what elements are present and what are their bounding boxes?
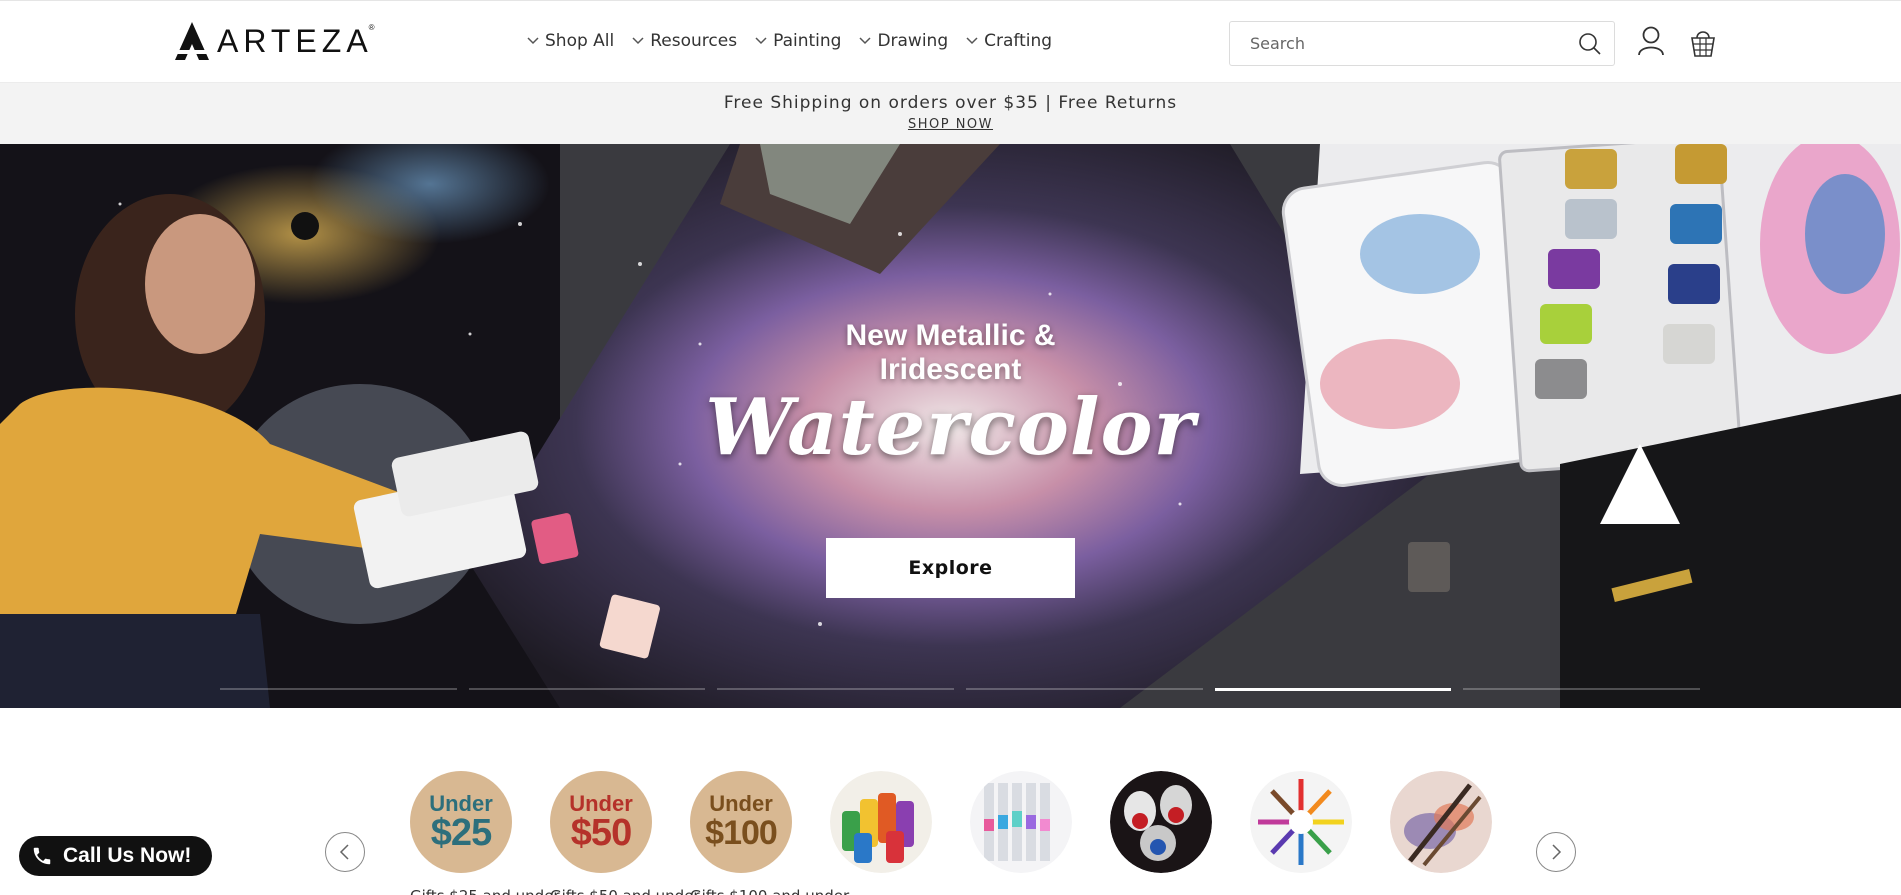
nav-label: Crafting [984, 31, 1053, 51]
hero-banner: New Metallic & Iridescent Watercolor Exp… [0, 144, 1901, 708]
account-icon[interactable] [1636, 25, 1666, 59]
logo-text: ARTEZA® [217, 22, 380, 59]
chevron-down-icon [755, 37, 767, 45]
slider-dot[interactable] [966, 688, 1203, 690]
call-us-button[interactable]: Call Us Now! [19, 836, 212, 876]
slider-dot[interactable] [717, 688, 955, 690]
search-icon[interactable] [1578, 32, 1602, 56]
carousel-prev-button[interactable] [325, 832, 365, 872]
category-under-100[interactable]: Under $100 Gifts $100 and under [690, 771, 849, 895]
promo-bar: Free Shipping on orders over $35 | Free … [0, 83, 1901, 144]
hero-script-title: Watercolor [705, 382, 1196, 473]
hero-title: New Metallic & Iridescent [845, 319, 1056, 386]
nav-label: Shop All [545, 31, 615, 51]
nav-crafting[interactable]: Crafting [966, 31, 1052, 51]
category-colored-pencils[interactable] [1250, 771, 1352, 873]
markers-icon [970, 771, 1072, 873]
call-us-label: Call Us Now! [63, 844, 192, 867]
category-markers[interactable] [970, 771, 1072, 873]
slider-dot[interactable] [220, 688, 457, 690]
explore-button[interactable]: Explore [826, 538, 1075, 598]
category-label: Gifts $100 and under [690, 887, 849, 895]
category-image: Under $25 [410, 771, 512, 873]
chevron-left-icon [339, 844, 349, 860]
category-paint-tubes[interactable] [1110, 771, 1212, 873]
nav-painting[interactable]: Painting [755, 31, 841, 51]
category-under-25[interactable]: Under $25 Gifts $25 and under [410, 771, 560, 895]
nav-label: Resources [650, 31, 738, 51]
category-carousel: Under $25 Gifts $25 and under Under $50 … [0, 708, 1901, 895]
promo-text: Free Shipping on orders over $35 | Free … [723, 93, 1178, 113]
phone-icon [33, 847, 51, 865]
category-brushes[interactable] [1390, 771, 1492, 873]
category-image: Under $100 [690, 771, 792, 873]
nav-label: Painting [773, 31, 842, 51]
colored-pencils-icon [1250, 771, 1352, 873]
nav-resources[interactable]: Resources [632, 31, 737, 51]
logo-mark-icon [175, 22, 209, 60]
main-nav: Shop All Resources Painting Drawing Craf… [527, 31, 1052, 51]
chevron-down-icon [632, 37, 644, 45]
chevron-right-icon [1552, 844, 1562, 860]
site-header: ARTEZA® Shop All Resources Painting Draw… [0, 0, 1901, 83]
category-label: Gifts $25 and under [410, 887, 560, 895]
category-label: Gifts $50 and under [550, 887, 700, 895]
chevron-down-icon [966, 37, 978, 45]
nav-drawing[interactable]: Drawing [859, 31, 948, 51]
category-under-50[interactable]: Under $50 Gifts $50 and under [550, 771, 700, 895]
chevron-down-icon [859, 37, 871, 45]
slider-indicators [220, 688, 1701, 691]
nav-shop-all[interactable]: Shop All [527, 31, 614, 51]
cart-icon[interactable] [1688, 25, 1718, 59]
slider-dot[interactable] [468, 688, 706, 690]
brushes-icon [1390, 771, 1492, 873]
shop-now-link[interactable]: SHOP NOW [908, 117, 993, 132]
arteza-logo[interactable]: ARTEZA® [175, 21, 380, 61]
nav-label: Drawing [877, 31, 949, 51]
category-image: Under $50 [550, 771, 652, 873]
paint-tubes-icon [1110, 771, 1212, 873]
search-box [1229, 21, 1615, 66]
slider-dot-active[interactable] [1214, 688, 1452, 691]
carousel-next-button[interactable] [1536, 832, 1576, 872]
category-paint-bottles[interactable] [830, 771, 932, 873]
chevron-down-icon [527, 37, 539, 45]
slider-dot[interactable] [1463, 688, 1701, 690]
search-input[interactable] [1250, 34, 1578, 53]
paint-bottles-icon [830, 771, 932, 873]
